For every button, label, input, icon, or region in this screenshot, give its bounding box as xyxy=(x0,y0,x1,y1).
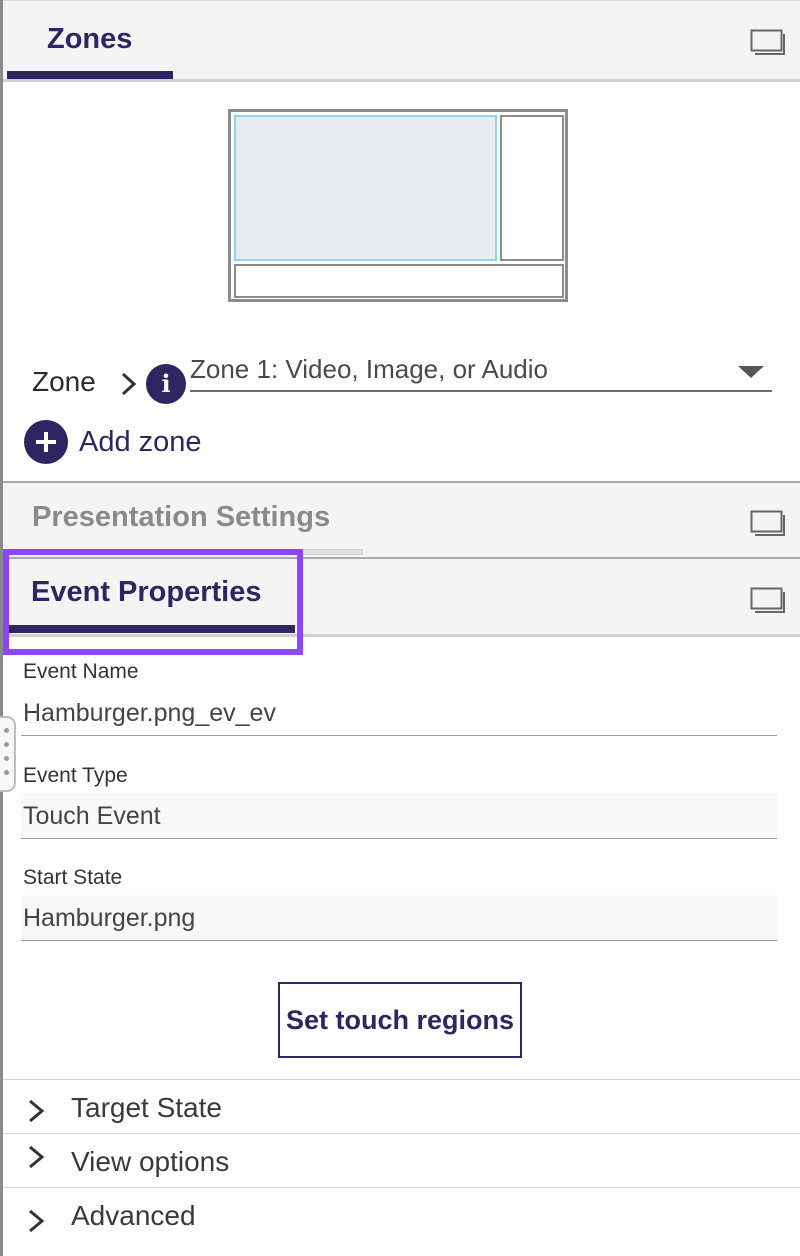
window-icon[interactable] xyxy=(750,29,786,56)
view-options-label: View options xyxy=(71,1146,230,1177)
event-name-field[interactable]: Hamburger.png_ev_ev xyxy=(21,690,777,736)
chevron-right-icon xyxy=(29,1209,45,1233)
event-properties-highlight xyxy=(3,549,303,655)
plus-circle-icon xyxy=(24,420,68,464)
advanced-section[interactable]: Advanced xyxy=(3,1187,800,1241)
zone-2-preview[interactable] xyxy=(500,115,564,261)
zones-panel-header[interactable]: Zones xyxy=(3,0,800,82)
window-icon[interactable] xyxy=(750,587,786,614)
zones-tab-underline xyxy=(7,71,173,79)
event-type-label: Event Type xyxy=(23,764,128,787)
zones-panel-title: Zones xyxy=(47,23,133,55)
zone-1-preview[interactable] xyxy=(234,115,497,261)
resize-grip-icon[interactable] xyxy=(0,716,16,792)
zone-select[interactable]: Zone 1: Video, Image, or Audio xyxy=(190,348,772,392)
set-touch-regions-button[interactable]: Set touch regions xyxy=(278,982,522,1058)
add-zone-label: Add zone xyxy=(79,425,202,458)
view-options-section[interactable]: View options xyxy=(3,1133,800,1187)
caret-down-icon xyxy=(738,366,764,378)
add-zone-button[interactable]: Add zone xyxy=(24,420,202,464)
event-name-label: Event Name xyxy=(23,660,139,683)
window-icon[interactable] xyxy=(750,510,786,537)
presentation-settings-title: Presentation Settings xyxy=(32,501,331,533)
presentation-settings-header[interactable]: Presentation Settings xyxy=(3,481,800,559)
info-icon[interactable]: i xyxy=(146,364,186,404)
chevron-right-icon xyxy=(121,372,137,396)
start-state-value: Hamburger.png xyxy=(23,904,196,932)
zone-select-value: Zone 1: Video, Image, or Audio xyxy=(190,354,548,384)
advanced-label: Advanced xyxy=(71,1200,196,1231)
event-type-value: Touch Event xyxy=(23,802,161,830)
zone-layout-preview xyxy=(228,109,568,302)
event-name-value: Hamburger.png_ev_ev xyxy=(23,699,276,727)
target-state-label: Target State xyxy=(71,1092,222,1123)
event-type-field: Touch Event xyxy=(21,793,777,839)
target-state-section[interactable]: Target State xyxy=(3,1079,800,1133)
start-state-label: Start State xyxy=(23,866,123,889)
chevron-right-icon xyxy=(29,1099,45,1123)
chevron-right-icon xyxy=(29,1145,45,1169)
start-state-field: Hamburger.png xyxy=(21,895,777,941)
zone-label: Zone xyxy=(32,366,96,397)
zone-3-preview[interactable] xyxy=(234,264,564,298)
